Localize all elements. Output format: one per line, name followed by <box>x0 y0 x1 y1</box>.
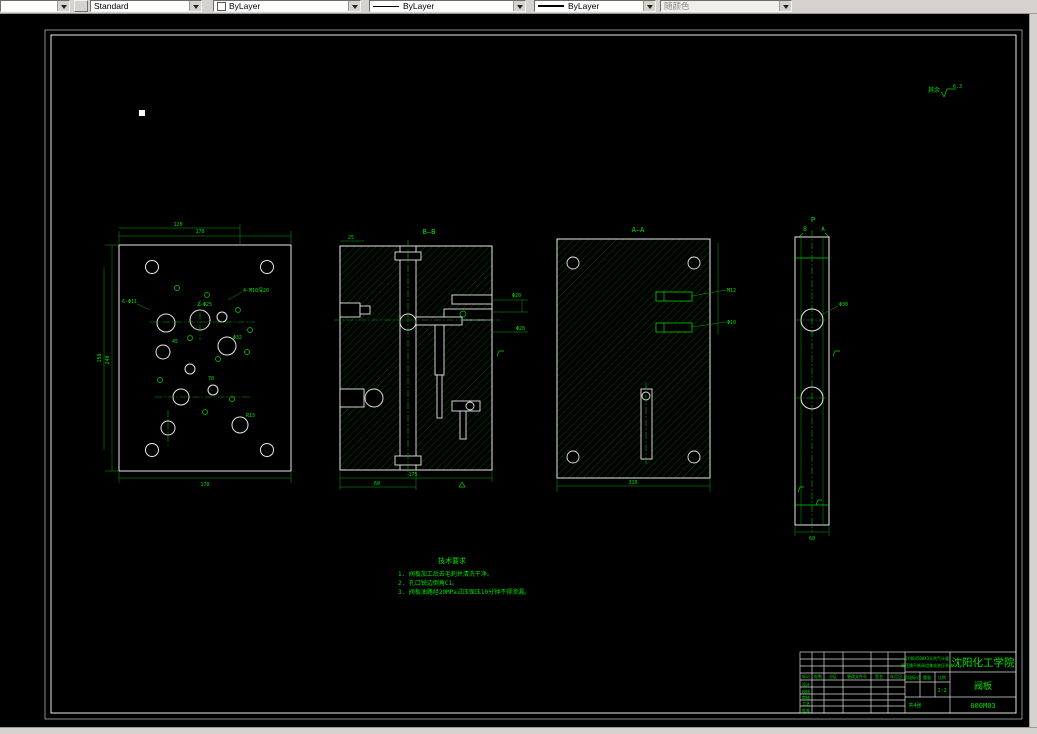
svg-text:R15: R15 <box>246 413 255 419</box>
project-line2: 调压撬平衡阀组集成液压系统 <box>901 662 953 668</box>
svg-text:Φ28: Φ28 <box>516 326 525 332</box>
scale-value: 1:2 <box>937 688 946 694</box>
tech-notes: 技术要求 1. 阀板加工后去毛刺并清洗干净。 2. 孔口锐边倒角C1。 3. 阀… <box>398 556 530 596</box>
svg-text:170: 170 <box>200 482 209 488</box>
sheet-frame <box>44 29 1023 720</box>
color-combo-value: ByLayer <box>229 1 261 11</box>
stage-label: 阶段标记 <box>904 674 920 680</box>
tech-note-item: 2. 孔口锐边倒角C1。 <box>398 579 458 587</box>
section-bb-view: B—B 25 Φ20 Φ28 175 60 <box>334 228 528 490</box>
svg-text:4-M10深20: 4-M10深20 <box>243 287 269 294</box>
plotstyle-combo-value: 随颜色 <box>664 1 690 11</box>
svg-text:工艺: 工艺 <box>802 701 810 706</box>
properties-toolbar: Standard ByLayer ByLayer ByLayer 随颜色 <box>0 0 1037 14</box>
view-p-label: P <box>811 216 815 224</box>
drawing-number: 000M03 <box>970 702 995 710</box>
lineweight-combo-value: ByLayer <box>568 1 600 11</box>
svg-text:Φ10: Φ10 <box>727 320 736 326</box>
svg-text:240: 240 <box>105 355 111 364</box>
scale-label: 比例 <box>938 674 946 680</box>
svg-text:45: 45 <box>172 339 178 345</box>
right-scrollbar[interactable] <box>1029 13 1037 728</box>
tech-note-item: 3. 阀板油路经20MPa试压保压10分钟不得渗漏。 <box>398 588 530 596</box>
chevron-down-icon[interactable] <box>513 1 525 11</box>
sheet-count: 共4张 <box>908 702 921 709</box>
roughness-value: 6.3 <box>953 84 962 90</box>
svg-text:175: 175 <box>408 472 417 478</box>
linetype-preview-icon <box>373 5 399 7</box>
lineweight-preview-icon <box>538 5 564 7</box>
plan-view: 170 120 240 158 170 4-M10深20 6-Φ11 2-Φ25… <box>97 222 292 488</box>
svg-text:设计: 设计 <box>802 681 810 687</box>
svg-text:批准: 批准 <box>802 707 810 713</box>
chevron-down-icon[interactable] <box>348 1 360 11</box>
linetype-combo[interactable]: ByLayer <box>369 0 526 12</box>
svg-text:78: 78 <box>208 376 214 382</box>
view-p-dir-b: B <box>803 226 807 233</box>
svg-text:170: 170 <box>195 229 204 235</box>
svg-text:分区: 分区 <box>829 673 837 679</box>
surface-finish-symbol: 其余 6.3 <box>928 84 962 98</box>
side-view-p: P B A Φ30 60 <box>794 216 848 542</box>
p-dimensions: Φ30 60 <box>794 302 848 542</box>
svg-text:120: 120 <box>173 222 182 228</box>
text-style-icon[interactable] <box>74 0 88 12</box>
svg-text:校核: 校核 <box>802 688 810 694</box>
chevron-down-icon[interactable] <box>57 1 69 11</box>
section-aa-view: A—A M12 Φ10 310 <box>556 226 736 492</box>
section-bb-label: B—B <box>423 228 436 236</box>
svg-text:Φ32: Φ32 <box>233 335 242 341</box>
svg-text:M12: M12 <box>727 288 736 294</box>
title-block: QY40X500X3天然气计量 调压撬平衡阀组集成液压系统 沈阳化工学院 阀板 … <box>799 651 1017 714</box>
lineweight-combo[interactable]: ByLayer <box>534 0 656 12</box>
org-name: 沈阳化工学院 <box>952 656 1015 669</box>
svg-text:审核: 审核 <box>802 694 810 700</box>
svg-text:25: 25 <box>348 235 354 241</box>
chevron-down-icon[interactable] <box>189 1 201 11</box>
svg-text:310: 310 <box>628 480 637 486</box>
chevron-down-icon[interactable] <box>779 1 791 11</box>
color-combo[interactable]: ByLayer <box>213 0 361 12</box>
tech-note-item: 1. 阀板加工后去毛刺并清洗干净。 <box>398 570 493 578</box>
svg-text:年月日: 年月日 <box>890 673 902 679</box>
text-style-combo[interactable]: Standard <box>90 0 202 12</box>
grip-point[interactable] <box>139 110 145 116</box>
chevron-down-icon[interactable] <box>643 1 655 11</box>
svg-text:标记: 标记 <box>802 673 810 679</box>
plan-dimensions: 170 120 240 158 170 4-M10深20 6-Φ11 2-Φ25… <box>97 222 292 488</box>
svg-text:158: 158 <box>97 353 103 362</box>
svg-text:2-Φ25: 2-Φ25 <box>197 302 212 308</box>
text-style-value: Standard <box>94 1 129 11</box>
svg-text:6-Φ11: 6-Φ11 <box>122 299 137 305</box>
roughness-prefix: 其余 <box>928 86 940 94</box>
bottom-scrollbar[interactable] <box>0 727 1037 734</box>
cad-drawing: 其余 6.3 170 120 240 158 170 4-M10深20 6-Φ1… <box>44 29 1023 720</box>
section-aa-label: A—A <box>632 226 645 234</box>
linetype-combo-value: ByLayer <box>403 1 435 11</box>
color-swatch-icon <box>217 1 226 11</box>
drawing-canvas[interactable]: 其余 6.3 170 120 240 158 170 4-M10深20 6-Φ1… <box>0 0 1037 734</box>
svg-text:签名: 签名 <box>875 673 883 679</box>
svg-text:处数: 处数 <box>814 673 822 679</box>
svg-text:60: 60 <box>809 536 815 542</box>
weight-label: 重量 <box>923 674 931 680</box>
plotstyle-combo[interactable]: 随颜色 <box>660 0 792 12</box>
project-line1: QY40X500X3天然气计量 <box>905 655 949 661</box>
svg-text:Φ20: Φ20 <box>512 293 521 299</box>
part-name: 阀板 <box>974 680 992 692</box>
svg-text:更改文件号: 更改文件号 <box>847 673 867 679</box>
svg-text:60: 60 <box>374 481 380 487</box>
tech-notes-title: 技术要求 <box>438 556 466 565</box>
view-p-dir-a: A <box>821 226 825 233</box>
svg-text:Φ30: Φ30 <box>839 302 848 308</box>
layer-combo[interactable] <box>0 0 70 12</box>
